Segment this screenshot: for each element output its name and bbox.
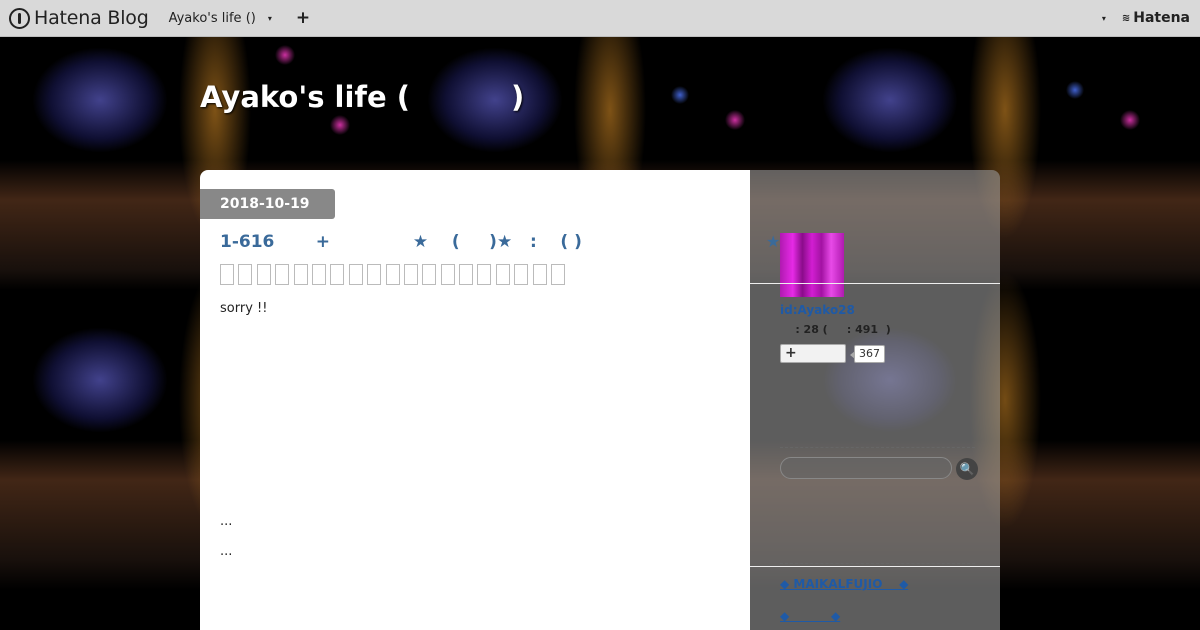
entry-title[interactable]: 1-616 + ★ ( )★ : ( ): [220, 230, 730, 254]
hatena-blog-logo[interactable]: Hatena Blog: [9, 7, 149, 29]
menu-chevron-down-icon[interactable]: ▾: [1102, 14, 1106, 23]
entry-body-ellipsis: ...: [220, 544, 233, 559]
entry-body-ellipsis: ...: [220, 514, 233, 529]
sidebar-link[interactable]: ◆ ◆: [780, 609, 840, 623]
reader-stats: : 28 ( : 491 ): [780, 323, 891, 336]
star-icon: ★: [766, 232, 781, 251]
search-icon[interactable]: 🔍: [956, 458, 978, 480]
blog-selector-label: Ayako's life (): [168, 10, 256, 26]
add-entry-button[interactable]: +: [296, 8, 310, 28]
entry-card: 2018-10-19 1-616 + ★ ( )★ : ( ) sorry !!…: [200, 170, 750, 630]
profile-user-id[interactable]: id:Ayako28: [780, 303, 855, 317]
hatena-brand-icon: ≋: [1121, 12, 1131, 24]
hatena-brand-link[interactable]: ≋ Hatena: [1122, 10, 1190, 26]
global-header: Hatena Blog Ayako's life () ▾ + ▾ ≋ Hate…: [0, 0, 1200, 37]
subscribe-widget: + 367: [780, 344, 885, 363]
subscribe-button[interactable]: +: [780, 344, 846, 363]
divider: [780, 447, 975, 448]
chevron-down-icon: ▾: [267, 13, 272, 23]
blog-selector[interactable]: Ayako's life () ▾: [169, 11, 272, 26]
divider: [780, 563, 975, 564]
subscriber-count: 367: [850, 344, 885, 363]
divider: [750, 566, 1000, 567]
blog-title[interactable]: Ayako's life ( ): [200, 80, 524, 114]
missing-glyph-row: [220, 264, 569, 285]
hatena-logo-icon: [9, 7, 30, 29]
entry-body-text: sorry !!: [220, 301, 268, 316]
header-right: ▾ ≋ Hatena: [1090, 10, 1190, 26]
search-input[interactable]: [780, 457, 952, 479]
logo-text: Hatena Blog: [34, 7, 149, 29]
avatar[interactable]: [780, 233, 844, 297]
hatena-brand-label: Hatena: [1133, 10, 1190, 26]
sidebar: ★ id:Ayako28 : 28 ( : 491 ) + 367 🔍 ◆ MA…: [750, 170, 1000, 630]
entry-date[interactable]: 2018-10-19: [200, 189, 335, 219]
divider: [750, 283, 1000, 284]
sidebar-link[interactable]: ◆ MAIKALFUJIO ◆: [780, 577, 908, 591]
